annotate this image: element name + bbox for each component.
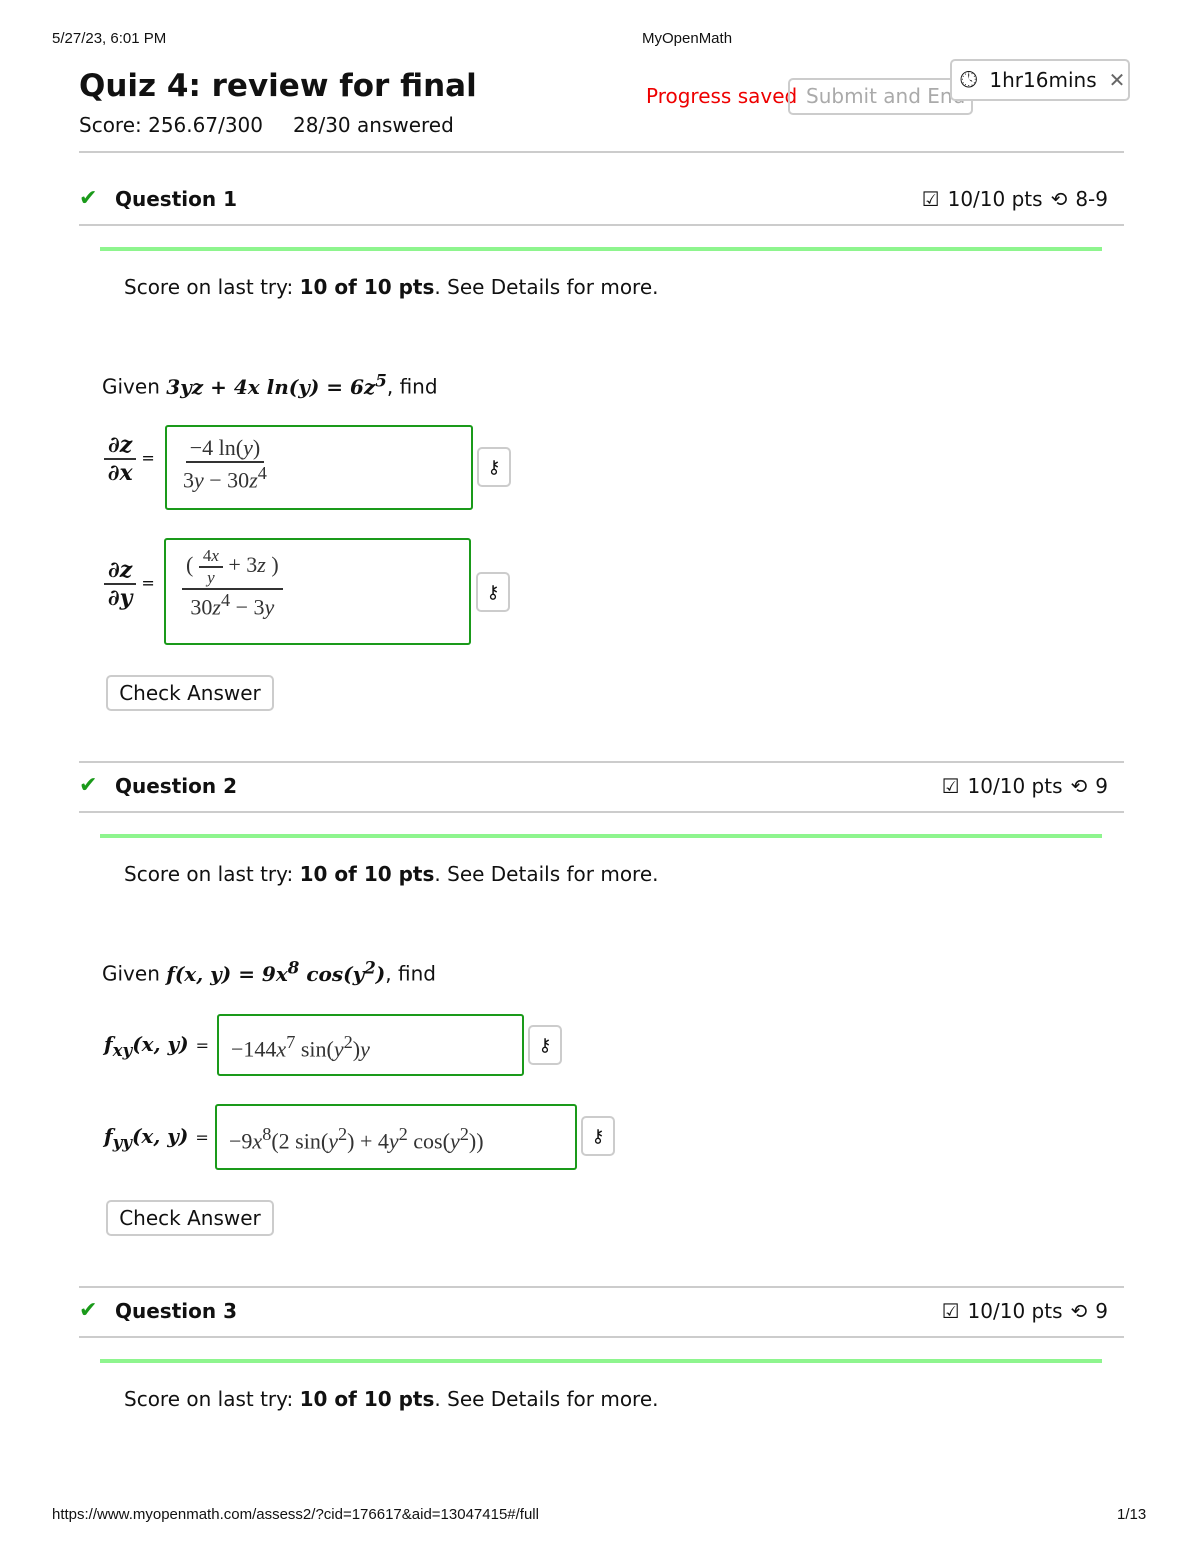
submit-and-end-button[interactable]: Submit and End (788, 78, 973, 115)
timer-value: 1hr16mins (989, 68, 1097, 92)
points: 10/10 pts (967, 1298, 1063, 1323)
divider (79, 151, 1124, 153)
answer-input-fxy[interactable]: −144x7 sin(y2)y (217, 1014, 524, 1076)
key-icon[interactable]: ⚷ (476, 572, 510, 612)
answer-input-fyy[interactable]: −9x8(2 sin(y2) + 4y2 cos(y2)) (215, 1104, 577, 1170)
print-page-number: 1/13 (1117, 1506, 1147, 1523)
fyy-label: fyy(x, y) = (104, 1124, 209, 1152)
timer-popup: 🕓︎ 1hr16mins ✕ (950, 59, 1130, 101)
divider (79, 1286, 1124, 1288)
check-icon: ✔ (79, 1298, 98, 1323)
question-label: Question 1 (115, 186, 237, 211)
divider (79, 761, 1124, 763)
check-icon: ✔ (79, 186, 98, 211)
score-line: Score: 256.67/300 28/30 answered (79, 113, 454, 137)
check-icon: ✔ (79, 773, 98, 798)
key-icon[interactable]: ⚷ (581, 1116, 615, 1156)
close-icon[interactable]: ✕ (1109, 68, 1126, 92)
question-label: Question 3 (115, 1298, 237, 1323)
answer-input-dz-dy[interactable]: ( 4x y + 3z ) 30z4 − 3y (164, 538, 471, 645)
points: 10/10 pts (947, 186, 1043, 211)
last-try-score: Score on last try: 10 of 10 pts. See Det… (124, 862, 659, 886)
retry-icon: ⟲ (1070, 773, 1088, 798)
page-title: Quiz 4: review for final (79, 68, 477, 104)
check-answer-button[interactable]: Check Answer (106, 1200, 274, 1236)
tries: 9 (1095, 773, 1108, 798)
clock-icon: 🕓︎ (960, 67, 978, 93)
print-url: https://www.myopenmath.com/assess2/?cid=… (52, 1506, 539, 1523)
check-answer-button[interactable]: Check Answer (106, 675, 274, 711)
fxy-label: fxy(x, y) = (104, 1032, 209, 1060)
checkbox-icon: ☑ (941, 773, 960, 798)
score-bar (100, 247, 1102, 251)
divider (79, 811, 1124, 813)
score: Score: 256.67/300 (79, 113, 264, 137)
question-1-header[interactable]: ✔ Question 1 ☑ 10/10 pts ⟲ 8-9 (79, 186, 1124, 211)
divider (79, 224, 1124, 226)
print-site: MyOpenMath (642, 30, 733, 47)
last-try-score: Score on last try: 10 of 10 pts. See Det… (124, 275, 659, 299)
checkbox-icon: ☑ (941, 1298, 960, 1323)
dz-dx-label: ∂z ∂x = (104, 432, 155, 486)
retry-icon: ⟲ (1070, 1298, 1088, 1323)
score-bar (100, 1359, 1102, 1363)
retry-icon: ⟲ (1050, 186, 1068, 211)
question-2-header[interactable]: ✔ Question 2 ☑ 10/10 pts ⟲ 9 (79, 773, 1124, 798)
tries: 9 (1095, 1298, 1108, 1323)
divider (79, 1336, 1124, 1338)
answered-count: 28/30 answered (293, 113, 454, 137)
checkbox-icon: ☑ (921, 186, 940, 211)
tries: 8-9 (1075, 186, 1108, 211)
progress-status: Progress saved (646, 84, 798, 108)
key-icon[interactable]: ⚷ (528, 1025, 562, 1065)
answer-input-dz-dx[interactable]: −4 ln(y) 3y − 30z4 (165, 425, 473, 510)
last-try-score: Score on last try: 10 of 10 pts. See Det… (124, 1387, 659, 1411)
question-3-header[interactable]: ✔ Question 3 ☑ 10/10 pts ⟲ 9 (79, 1298, 1124, 1323)
print-datetime: 5/27/23, 6:01 PM (52, 30, 167, 47)
question-prompt: Given f(x, y) = 9x8 cos(y2), find (102, 957, 436, 986)
dz-dy-label: ∂z ∂y = (104, 557, 155, 611)
question-label: Question 2 (115, 773, 237, 798)
points: 10/10 pts (967, 773, 1063, 798)
question-prompt: Given 3yz + 4x ln(y) = 6z5, find (102, 370, 438, 399)
key-icon[interactable]: ⚷ (477, 447, 511, 487)
score-bar (100, 834, 1102, 838)
